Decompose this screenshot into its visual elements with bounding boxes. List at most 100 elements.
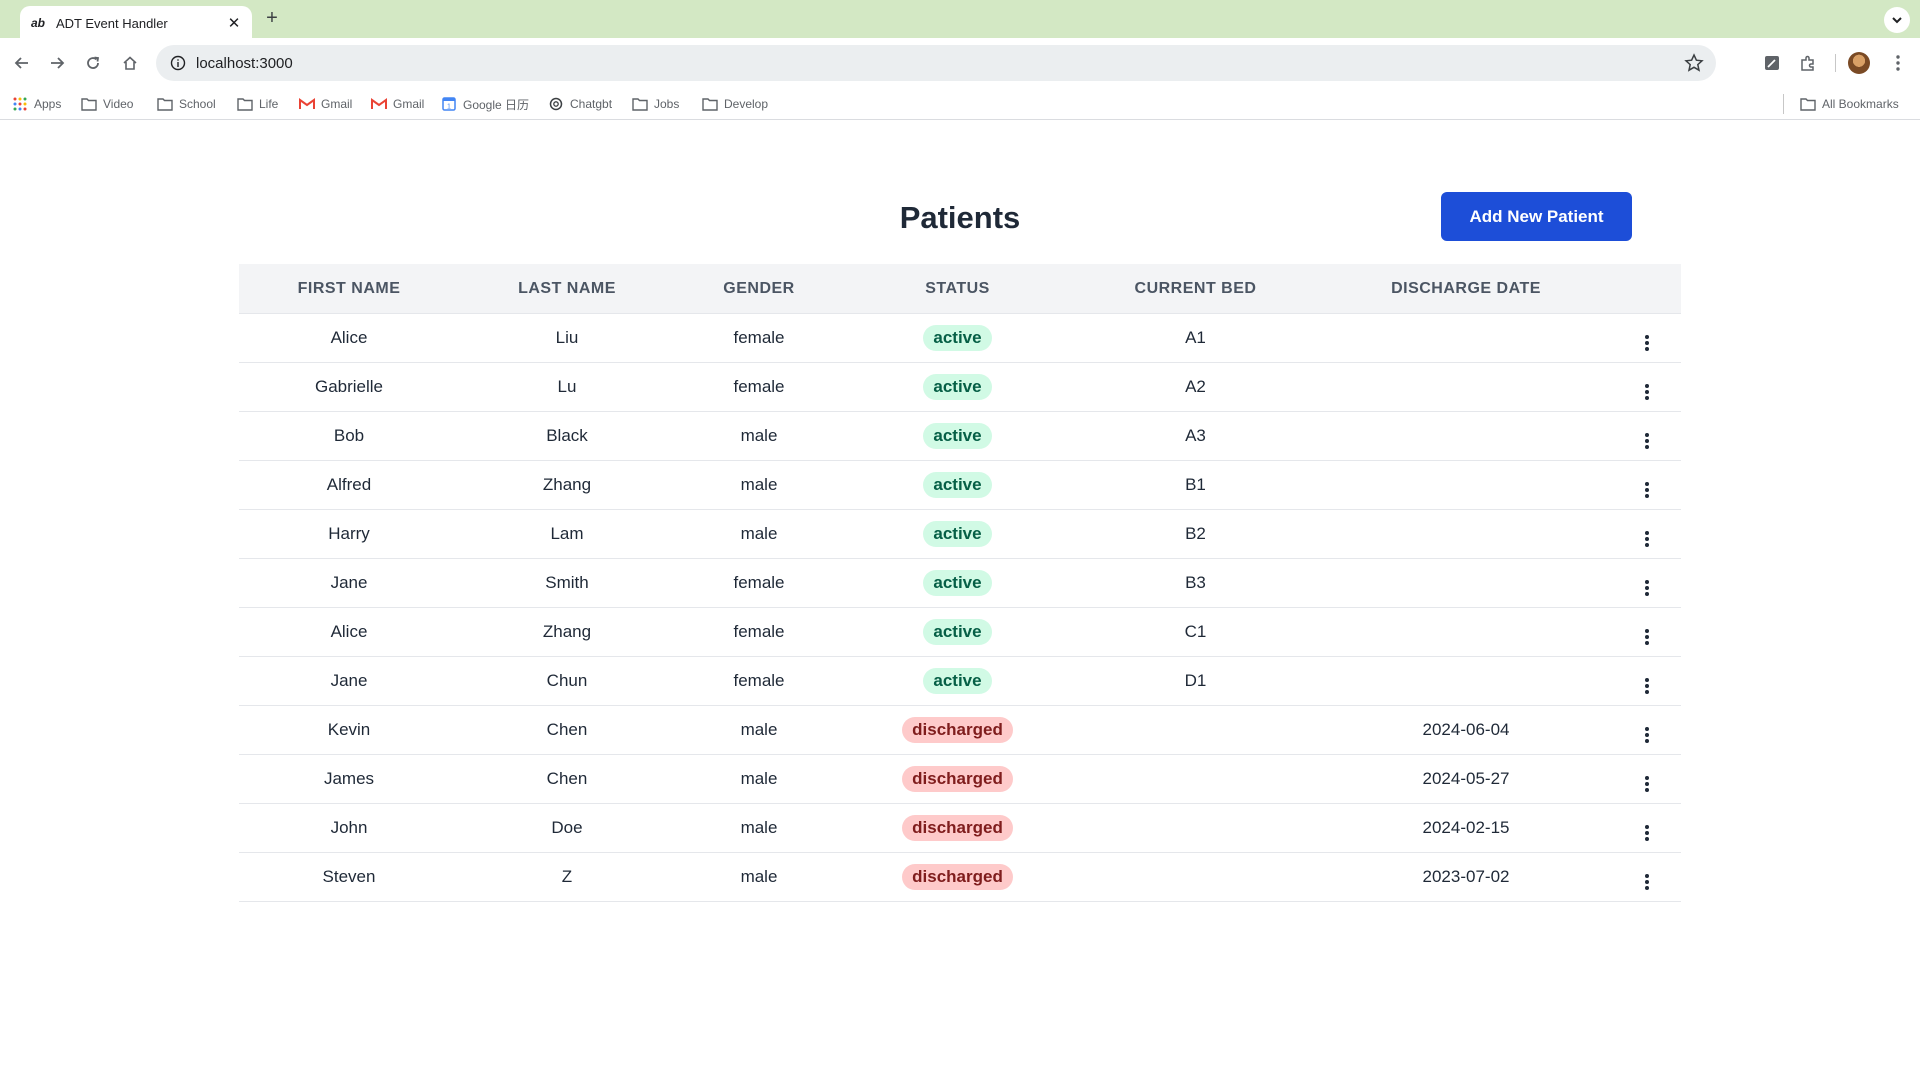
- reload-icon[interactable]: [81, 51, 105, 75]
- first-name-cell: Alfred: [326, 475, 372, 494]
- extensions-puzzle-icon[interactable]: [1796, 51, 1820, 75]
- bookmark-life[interactable]: Life: [237, 96, 278, 112]
- bookmark-star-icon[interactable]: [1684, 53, 1704, 73]
- more-options-icon[interactable]: [1637, 431, 1657, 451]
- table-row[interactable]: Jane Chun female active D1: [239, 657, 1681, 706]
- current-bed-cell: B2: [1185, 524, 1206, 543]
- table-row[interactable]: Bob Black male active A3: [239, 412, 1681, 461]
- gender-cell: male: [740, 818, 778, 837]
- table-row[interactable]: Jane Smith female active B3: [239, 559, 1681, 608]
- last-name-cell: Doe: [551, 818, 583, 837]
- more-options-icon[interactable]: [1637, 480, 1657, 500]
- status-badge: active: [923, 668, 992, 694]
- bookmark-school[interactable]: School: [157, 96, 216, 112]
- home-icon[interactable]: [118, 51, 142, 75]
- first-name-cell: Bob: [333, 426, 365, 445]
- table-row[interactable]: James Chen male discharged 2024-05-27: [239, 755, 1681, 804]
- chatgpt-icon: [548, 96, 564, 112]
- browser-menu-icon[interactable]: [1886, 51, 1910, 75]
- all-bookmarks[interactable]: All Bookmarks: [1800, 96, 1899, 112]
- tab-search-icon[interactable]: [1884, 7, 1910, 33]
- more-options-icon[interactable]: [1637, 774, 1657, 794]
- more-options-icon[interactable]: [1637, 627, 1657, 647]
- bookmark-label: Apps: [34, 97, 62, 111]
- add-new-patient-button[interactable]: Add New Patient: [1441, 192, 1632, 241]
- status-badge: active: [923, 472, 992, 498]
- browser-tab[interactable]: ab ADT Event Handler ✕: [20, 6, 252, 40]
- more-options-icon[interactable]: [1637, 823, 1657, 843]
- bookmark-google-calendar[interactable]: 1 Google 日历: [441, 96, 529, 112]
- extension-pen-icon[interactable]: [1760, 51, 1784, 75]
- bookmark-label: Jobs: [654, 97, 680, 111]
- row-actions-cell: [1613, 471, 1681, 500]
- row-actions-cell: [1613, 373, 1681, 402]
- table-row[interactable]: Harry Lam male active B2: [239, 510, 1681, 559]
- first-name-cell: Gabrielle: [314, 377, 384, 396]
- first-name-cell: Alice: [330, 622, 368, 641]
- browser-tab-strip: ab ADT Event Handler ✕ +: [0, 0, 1920, 40]
- status-badge: discharged: [902, 864, 1013, 890]
- gmail-icon: [299, 96, 315, 112]
- last-name-cell: Lam: [550, 524, 584, 543]
- row-actions-cell: [1613, 618, 1681, 647]
- more-options-icon[interactable]: [1637, 676, 1657, 696]
- close-tab-icon[interactable]: ✕: [226, 15, 242, 32]
- more-options-icon[interactable]: [1637, 725, 1657, 745]
- current-bed-cell: B3: [1185, 573, 1206, 592]
- bookmark-jobs[interactable]: Jobs: [632, 96, 679, 112]
- apps-grid-icon: [12, 96, 28, 112]
- bookmarks-divider: [1783, 94, 1784, 114]
- status-badge: active: [923, 325, 992, 351]
- gender-cell: male: [740, 867, 778, 886]
- last-name-cell: Chen: [546, 720, 588, 739]
- gmail-icon: [371, 96, 387, 112]
- back-icon[interactable]: [10, 51, 34, 75]
- gender-cell: female: [733, 573, 785, 592]
- bookmark-gmail-1[interactable]: Gmail: [299, 96, 352, 112]
- table-row[interactable]: Alice Zhang female active C1: [239, 608, 1681, 657]
- bookmark-label: Gmail: [393, 97, 425, 111]
- table-row[interactable]: Gabrielle Lu female active A2: [239, 363, 1681, 412]
- bookmark-video[interactable]: Video: [81, 96, 133, 112]
- address-bar[interactable]: localhost:3000: [156, 45, 1716, 81]
- row-actions-cell: [1613, 520, 1681, 549]
- table-header: FIRST NAME LAST NAME GENDER STATUS CURRE…: [239, 264, 1681, 314]
- table-row[interactable]: John Doe male discharged 2024-02-15: [239, 804, 1681, 853]
- gender-cell: female: [733, 671, 785, 690]
- table-row[interactable]: Steven Zmale discharged 2023-07-02: [239, 853, 1681, 902]
- new-tab-icon[interactable]: +: [262, 8, 282, 29]
- bookmark-label: Chatgbt: [570, 97, 613, 111]
- table-row[interactable]: Alice Liu female active A1: [239, 314, 1681, 363]
- folder-icon: [632, 96, 648, 112]
- status-cell: active: [843, 472, 1072, 498]
- more-options-icon[interactable]: [1637, 333, 1657, 353]
- forward-icon[interactable]: [45, 51, 69, 75]
- last-name-cell: Chen: [546, 769, 588, 788]
- more-options-icon[interactable]: [1637, 578, 1657, 598]
- table-row[interactable]: Alfred Zhang male active B1: [239, 461, 1681, 510]
- status-badge: discharged: [902, 717, 1013, 743]
- bookmark-develop[interactable]: Develop: [702, 96, 768, 112]
- more-options-icon[interactable]: [1637, 872, 1657, 892]
- svg-text:1: 1: [447, 104, 451, 111]
- more-options-icon[interactable]: [1637, 382, 1657, 402]
- bookmark-apps[interactable]: Apps: [12, 96, 61, 112]
- table-body: Alice Liu female active A1 Gabrielle Lu female a…: [239, 314, 1681, 902]
- current-bed-cell: A3: [1185, 426, 1206, 445]
- bookmark-chatgbt[interactable]: Chatgbt: [548, 96, 612, 112]
- site-info-icon[interactable]: [170, 55, 186, 71]
- last-name-cell: Chun: [546, 671, 588, 690]
- last-name-cell: Lu: [557, 377, 577, 396]
- more-options-icon[interactable]: [1637, 529, 1657, 549]
- row-actions-cell: [1613, 716, 1681, 745]
- first-name-cell: Harry: [328, 524, 370, 543]
- profile-avatar[interactable]: [1848, 52, 1870, 74]
- status-cell: discharged: [843, 766, 1072, 792]
- bookmark-gmail-2[interactable]: Gmail: [371, 96, 424, 112]
- status-cell: active: [843, 521, 1072, 547]
- table-row[interactable]: Kevin Chen male discharged 2024-06-04: [239, 706, 1681, 755]
- last-name-cell: Zhang: [542, 622, 592, 641]
- discharge-date-cell: 2024-06-04: [1422, 720, 1510, 739]
- bookmark-label: Develop: [724, 97, 769, 111]
- column-header-first-name: FIRST NAME: [297, 279, 401, 297]
